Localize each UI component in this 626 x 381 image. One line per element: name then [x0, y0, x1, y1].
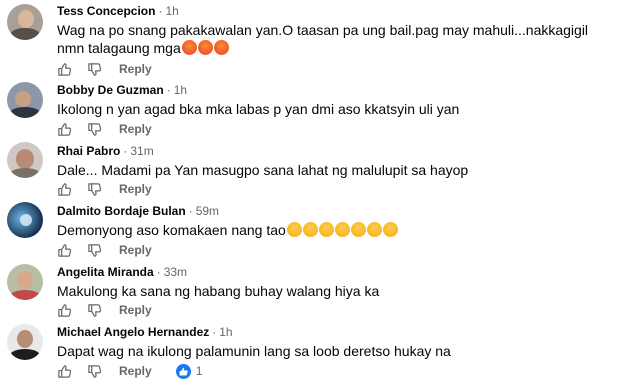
- thumbs-up-icon[interactable]: [57, 182, 72, 197]
- reply-button[interactable]: Reply: [119, 303, 152, 317]
- separator-dot: ·: [212, 325, 217, 339]
- separator-dot: ·: [156, 265, 161, 279]
- comment-time[interactable]: 33m: [164, 265, 187, 279]
- comment-text: Makulong ka sana ng habang buhay walang …: [57, 283, 380, 299]
- comment-author[interactable]: Tess Concepcion: [57, 4, 155, 18]
- comment-text: Dapat wag na ikulong palamunin lang sa l…: [57, 343, 451, 359]
- avatar[interactable]: [7, 324, 43, 360]
- avatar[interactable]: [7, 4, 43, 40]
- thumbs-down-icon[interactable]: [87, 122, 102, 137]
- thumbs-up-icon[interactable]: [57, 62, 72, 77]
- avatar[interactable]: [7, 142, 43, 178]
- separator-dot: ·: [123, 144, 128, 158]
- reply-button[interactable]: Reply: [119, 122, 152, 136]
- avatar[interactable]: [7, 264, 43, 300]
- thumbs-down-icon[interactable]: [87, 182, 102, 197]
- reply-button[interactable]: Reply: [119, 364, 152, 378]
- comment-author[interactable]: Michael Angelo Hernandez: [57, 325, 209, 339]
- comment-time[interactable]: 1h: [219, 325, 232, 339]
- thumbs-up-icon[interactable]: [57, 122, 72, 137]
- thumbs-up-icon[interactable]: [57, 243, 72, 258]
- reaction-count: 1: [195, 364, 203, 378]
- angry-emoji-icon: [181, 40, 197, 55]
- thumbs-down-icon[interactable]: [87, 364, 102, 379]
- reply-button[interactable]: Reply: [119, 243, 152, 257]
- reply-button[interactable]: Reply: [119, 62, 152, 76]
- angry-emoji-icon: [197, 40, 213, 55]
- comment-text-line: nmn talagaung mga: [57, 40, 181, 56]
- like-icon: [175, 363, 191, 379]
- thumbs-down-icon[interactable]: [87, 62, 102, 77]
- thumbs-up-icon[interactable]: [57, 364, 72, 379]
- comment-text: Wag na po snang pakakawalan yan.O taasan…: [57, 21, 588, 57]
- comment-time[interactable]: 1h: [174, 83, 187, 97]
- rofl-emoji-icon: [366, 222, 382, 237]
- comment-author[interactable]: Dalmito Bordaje Bulan: [57, 204, 186, 218]
- rofl-emoji-icon: [382, 222, 398, 237]
- rofl-emoji-icon: [350, 222, 366, 237]
- separator-dot: ·: [188, 204, 193, 218]
- avatar[interactable]: [7, 202, 43, 238]
- rofl-emoji-icon: [302, 222, 318, 237]
- comment-time[interactable]: 59m: [196, 204, 219, 218]
- comment-text: Ikolong n yan agad bka mka labas p yan d…: [57, 101, 460, 117]
- thumbs-down-icon[interactable]: [87, 243, 102, 258]
- comment-text-line: Demonyong aso komakaen nang tao: [57, 222, 286, 238]
- comment-text: Demonyong aso komakaen nang tao: [57, 221, 398, 239]
- thumbs-up-icon[interactable]: [57, 303, 72, 318]
- reply-button[interactable]: Reply: [119, 182, 152, 196]
- reaction-summary[interactable]: 1: [175, 363, 203, 379]
- avatar[interactable]: [7, 82, 43, 118]
- comment-text: Dale... Madami pa Yan masugpo sana lahat…: [57, 162, 469, 178]
- rofl-emoji-icon: [334, 222, 350, 237]
- comment-author[interactable]: Bobby De Guzman: [57, 83, 164, 97]
- comment-time[interactable]: 1h: [165, 4, 178, 18]
- angry-emoji-icon: [213, 40, 229, 55]
- comment-time[interactable]: 31m: [130, 144, 153, 158]
- rofl-emoji-icon: [318, 222, 334, 237]
- comment-author[interactable]: Rhai Pabro: [57, 144, 120, 158]
- rofl-emoji-icon: [286, 222, 302, 237]
- thumbs-down-icon[interactable]: [87, 303, 102, 318]
- comment-author[interactable]: Angelita Miranda: [57, 265, 154, 279]
- separator-dot: ·: [158, 4, 163, 18]
- comment-text-line: Wag na po snang pakakawalan yan.O taasan…: [57, 22, 589, 38]
- separator-dot: ·: [166, 83, 171, 97]
